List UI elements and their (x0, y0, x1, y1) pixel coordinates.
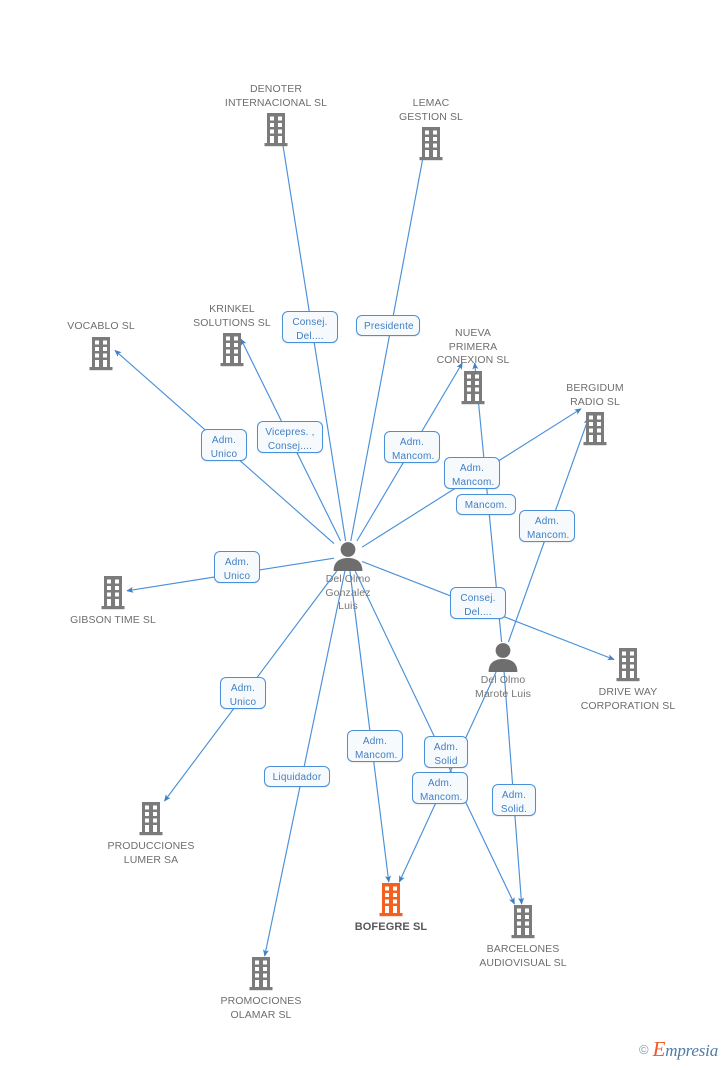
node-bergidum[interactable]: BERGIDUM RADIO SL (525, 382, 665, 447)
building-glyph (137, 801, 165, 837)
relationship-label-r13[interactable]: Adm. Solid (424, 736, 468, 768)
person-glyph (485, 642, 521, 672)
node-krinkel[interactable]: KRINKEL SOLUTIONS SL (162, 303, 302, 368)
node-lemac[interactable]: LEMAC GESTION SL (361, 97, 501, 162)
node-label-driveway: DRIVE WAY CORPORATION SL (580, 686, 676, 712)
relationship-label-r3[interactable]: Adm. Unico (201, 429, 247, 461)
relationship-label-r11[interactable]: Adm. Unico (220, 677, 266, 709)
relationship-label-r7[interactable]: Mancom. (456, 494, 516, 515)
building-glyph (459, 370, 487, 406)
node-bofegre[interactable]: BOFEGRE SL (321, 882, 461, 935)
node-gibson[interactable]: GIBSON TIME SL (43, 575, 183, 628)
building-icon (511, 905, 535, 939)
node-label-lumer: PRODUCCIONES LUMER SA (107, 840, 195, 866)
node-label-krinkel: KRINKEL SOLUTIONS SL (193, 303, 271, 329)
building-icon (616, 648, 640, 682)
node-denoter[interactable]: DENOTER INTERNACIONAL SL (206, 83, 346, 148)
diagram-canvas: DENOTER INTERNACIONAL SL LEMAC GESTION SL… (0, 0, 728, 1070)
building-glyph (417, 126, 445, 162)
relationship-label-r9[interactable]: Adm. Unico (214, 551, 260, 583)
building-icon (583, 412, 607, 446)
node-driveway[interactable]: DRIVE WAY CORPORATION SL (558, 647, 698, 713)
brand-wordmark: Empresia (652, 1037, 719, 1062)
empresia-watermark: © Empresia (639, 1037, 718, 1062)
node-label-nueva: NUEVA PRIMERA CONEXION SL (436, 327, 510, 366)
relationship-label-r5[interactable]: Adm. Mancom. (384, 431, 440, 463)
node-label-luis_marote: Del Olmo Marote Luis (475, 674, 531, 700)
person-glyph (330, 541, 366, 571)
building-icon (89, 336, 113, 370)
relationship-label-r6[interactable]: Adm. Mancom. (444, 457, 500, 489)
node-label-lemac: LEMAC GESTION SL (398, 97, 463, 123)
building-icon (249, 957, 273, 991)
relationship-label-r8[interactable]: Adm. Mancom. (519, 510, 575, 542)
node-olamar[interactable]: PROMOCIONES OLAMAR SL (191, 956, 331, 1022)
relationship-label-r10[interactable]: Consej. Del.... (450, 587, 506, 619)
node-label-vocablo: VOCABLO SL (67, 320, 135, 332)
relationship-label-r2[interactable]: Presidente (356, 315, 420, 336)
edge-luis_gonzalez-to-bofegre (349, 570, 391, 883)
relationship-label-r1[interactable]: Consej. Del.... (282, 311, 338, 343)
building-icon (101, 576, 125, 610)
relationship-label-r16[interactable]: Adm. Solid. (492, 784, 536, 816)
node-label-olamar: PROMOCIONES OLAMAR SL (220, 995, 302, 1021)
building-glyph (262, 112, 290, 148)
person-icon (333, 542, 363, 571)
copyright-symbol: © (639, 1042, 649, 1057)
building-icon (139, 802, 163, 836)
relationship-label-r14[interactable]: Liquidador (264, 766, 330, 787)
relationship-label-r15[interactable]: Adm. Mancom. (412, 772, 468, 804)
building-glyph (87, 336, 115, 372)
node-nueva[interactable]: NUEVA PRIMERA CONEXION SL (403, 327, 543, 406)
building-glyph (581, 411, 609, 447)
building-icon (220, 333, 244, 367)
building-glyph (247, 956, 275, 992)
node-label-barcelones: BARCELONES AUDIOVISUAL SL (479, 943, 567, 969)
building-icon (264, 113, 288, 147)
person-icon (488, 643, 518, 672)
relationship-label-r12[interactable]: Adm. Mancom. (347, 730, 403, 762)
node-label-bofegre: BOFEGRE SL (354, 921, 428, 933)
relationship-label-r4[interactable]: Vicepres. , Consej.... (257, 421, 323, 453)
node-label-denoter: DENOTER INTERNACIONAL SL (224, 83, 328, 109)
building-glyph (99, 575, 127, 611)
brand-initial: E (652, 1037, 666, 1061)
building-glyph (377, 882, 405, 918)
node-luis_gonzalez[interactable]: Del Olmo Gonzalez Luis (278, 541, 418, 614)
node-label-gibson: GIBSON TIME SL (70, 614, 156, 626)
node-lumer[interactable]: PRODUCCIONES LUMER SA (81, 801, 221, 867)
building-icon (461, 370, 485, 404)
building-icon (379, 883, 403, 917)
node-label-luis_gonzalez: Del Olmo Gonzalez Luis (325, 573, 371, 612)
node-vocablo[interactable]: VOCABLO SL (31, 320, 171, 372)
building-glyph (218, 332, 246, 368)
building-glyph (614, 647, 642, 683)
node-luis_marote[interactable]: Del Olmo Marote Luis (433, 642, 573, 701)
building-icon (419, 127, 443, 161)
node-label-bergidum: BERGIDUM RADIO SL (566, 382, 624, 408)
building-glyph (509, 904, 537, 940)
node-barcelones[interactable]: BARCELONES AUDIOVISUAL SL (453, 904, 593, 970)
brand-text: mpresia (665, 1041, 718, 1060)
